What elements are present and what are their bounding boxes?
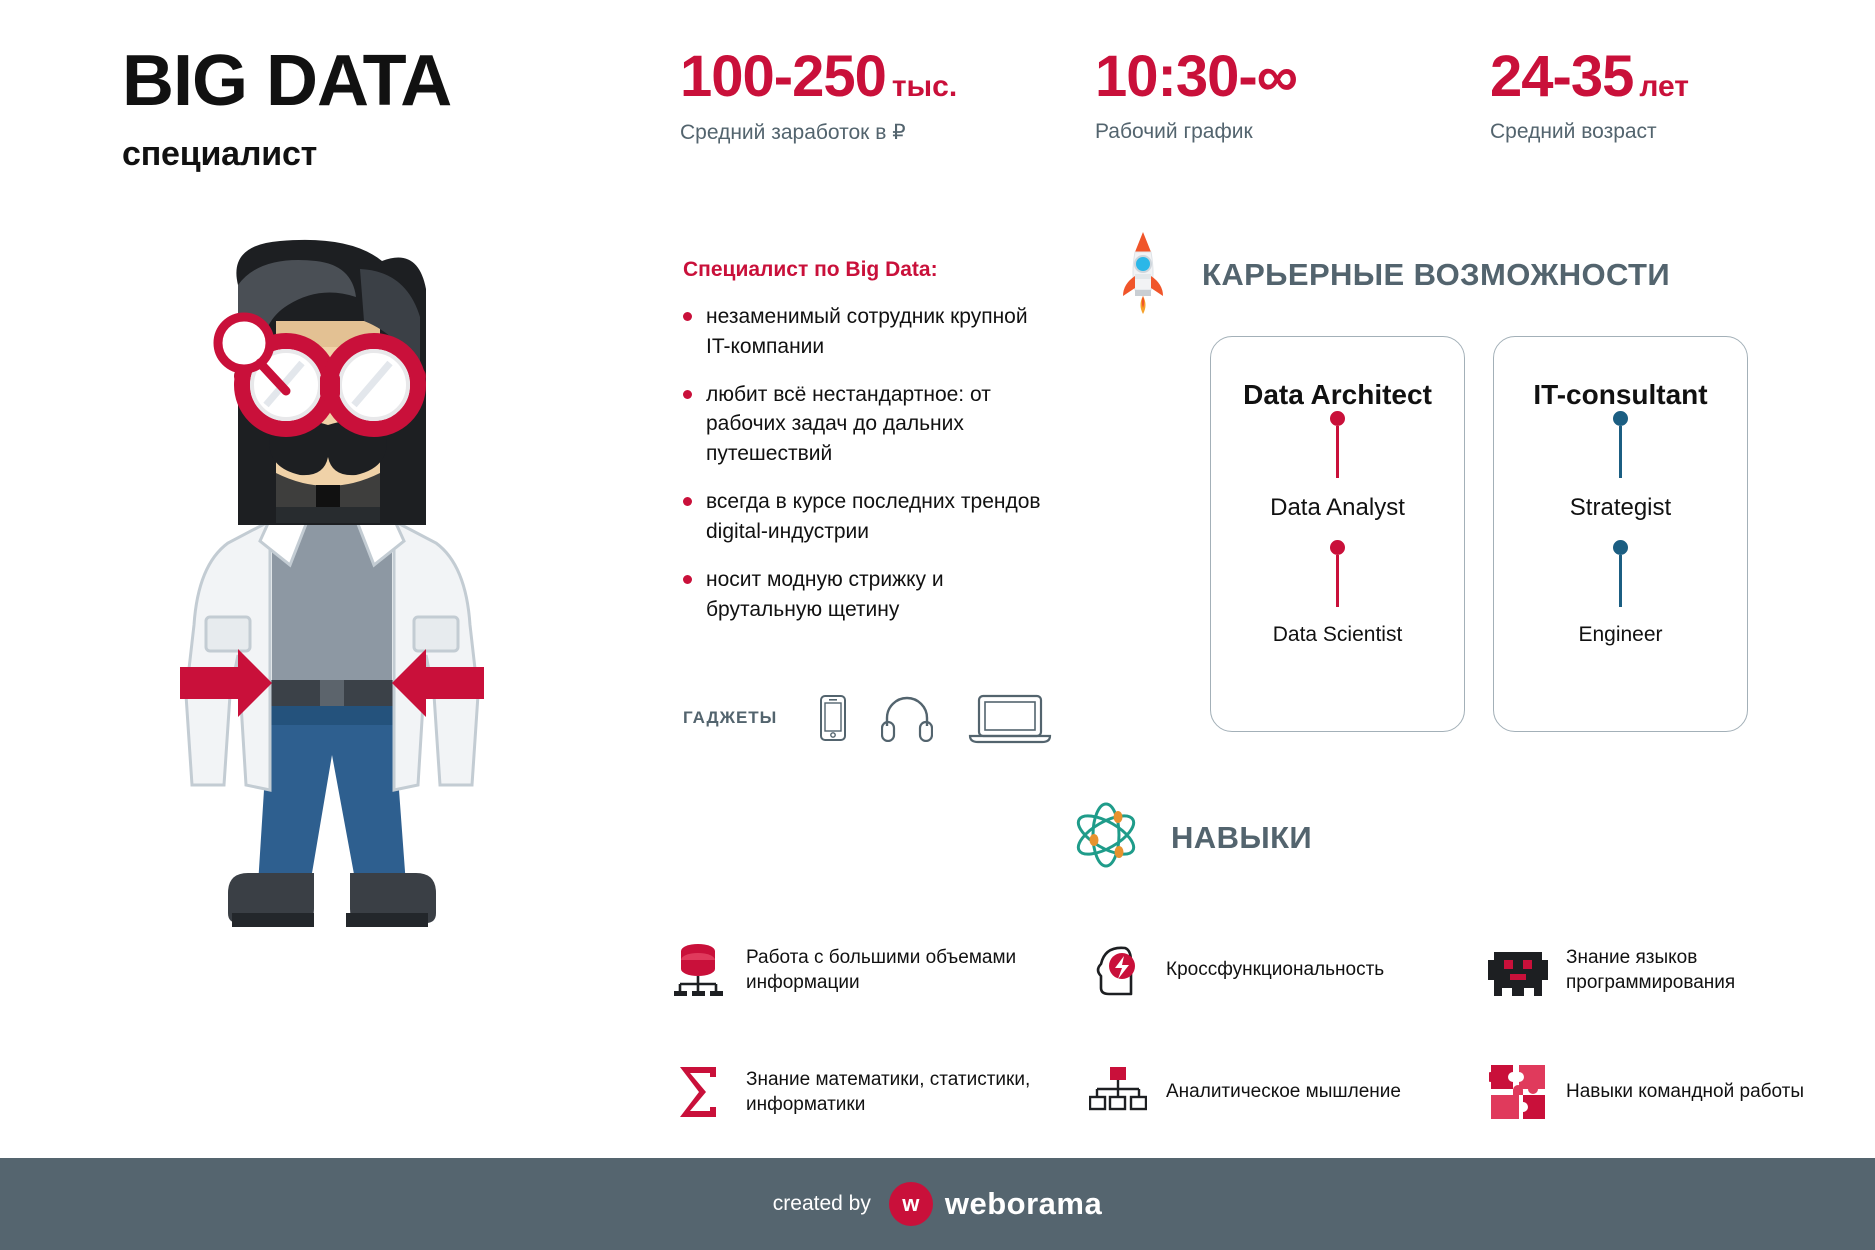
stat-schedule-number: 10:30- — [1095, 44, 1258, 109]
profile-block: Специалист по Big Data: незаменимый сотр… — [683, 258, 1053, 642]
headphones-icon — [881, 694, 934, 742]
stats-row: 100-250 тыс. Средний заработок в ₽ 10:30-… — [680, 48, 1790, 145]
stat-schedule-value: 10:30-∞ — [1095, 48, 1490, 106]
career-card-role: Strategist — [1569, 494, 1672, 521]
stat-age-label: Средний возраст — [1490, 120, 1657, 143]
rocket-icon — [1118, 230, 1168, 319]
career-card-role: Data Scientist — [1272, 623, 1403, 646]
career-card-title: IT-consultant — [1533, 379, 1708, 410]
atom-icon — [1075, 800, 1137, 875]
bullet-dot-icon — [683, 497, 692, 507]
profile-heading: Специалист по Big Data: — [683, 258, 938, 281]
skill-label: Работа с большими объемами информации — [746, 946, 1017, 993]
career-connector — [1330, 540, 1345, 607]
skill-label: Навыки командной работы — [1566, 1081, 1805, 1103]
bullet-dot-icon — [683, 312, 692, 321]
skill-item: Аналитическое мышление — [1088, 1042, 1488, 1142]
infinity-icon: ∞ — [1256, 44, 1298, 109]
career-card-role: Engineer — [1578, 623, 1663, 646]
career-connector — [1613, 411, 1628, 478]
weborama-wordmark: weborama — [944, 1186, 1103, 1221]
puzzle-icon — [1488, 1063, 1548, 1121]
skill-item: Кроссфункциональность — [1088, 920, 1488, 1020]
career-card-data-architect[interactable]: Data Architect Data Analyst Data Scienti… — [1210, 336, 1465, 732]
connector-dot-icon — [1330, 411, 1345, 426]
skill-label: Знание языков программирования — [1566, 946, 1736, 993]
profile-bullet: носит модную стрижку и брутальную щетину — [683, 565, 1053, 625]
smartphone-icon — [819, 694, 847, 742]
connector-dot-icon — [1330, 540, 1345, 555]
profile-bullet-text: носит модную стрижку и брутальную щетину — [706, 567, 944, 621]
career-card-it-consultant[interactable]: IT-consultant Strategist Engineer — [1493, 336, 1748, 732]
profile-bullet: всегда в курсе последних трендов digital… — [683, 487, 1053, 547]
connector-dot-icon — [1613, 540, 1628, 555]
weborama-logo-icon: w — [888, 1182, 933, 1226]
profile-bullet: любит всё нестандартное: от рабочих зада… — [683, 380, 1053, 469]
footer-bar: created by w weborama — [0, 1158, 1875, 1250]
career-heading-row: КАРЬЕРНЫЕ ВОЗМОЖНОСТИ — [1118, 230, 1670, 319]
skills-grid: Работа с большими объемами информации Кр… — [668, 920, 1808, 1142]
gadgets-row: ГАДЖЕТЫ — [683, 692, 1087, 744]
bullet-dot-icon — [683, 389, 692, 399]
career-heading-title: КАРЬЕРНЫЕ ВОЗМОЖНОСТИ — [1202, 256, 1671, 292]
stat-age-value: 24-35 лет — [1490, 48, 1790, 106]
skill-label: Знание математики, статистики, информати… — [746, 1068, 1031, 1115]
profile-bullet-text: всегда в курсе последних трендов digital… — [706, 490, 1041, 543]
connector-line-icon — [1336, 555, 1339, 607]
skill-item: Работа с большими объемами информации — [668, 920, 1088, 1020]
skill-item: Знание языков программирования — [1488, 920, 1808, 1020]
gadgets-label: ГАДЖЕТЫ — [683, 708, 778, 727]
connector-line-icon — [1619, 426, 1622, 478]
stat-salary-label: Средний заработок в ₽ — [680, 121, 906, 144]
skill-label: Аналитическое мышление — [1166, 1081, 1401, 1103]
connector-line-icon — [1336, 426, 1339, 478]
connector-line-icon — [1619, 555, 1622, 607]
page-title: BIG DATA специалист — [122, 41, 452, 174]
profile-bullet-text: любит всё нестандартное: от рабочих зада… — [706, 382, 991, 466]
career-connector — [1613, 540, 1628, 607]
stat-salary: 100-250 тыс. Средний заработок в ₽ — [680, 48, 1095, 145]
skill-item: Знание математики, статистики, информати… — [668, 1042, 1088, 1142]
career-card-role: Data Analyst — [1270, 494, 1405, 521]
stat-schedule: 10:30-∞ Рабочий график — [1095, 48, 1490, 145]
stat-schedule-label: Рабочий график — [1095, 120, 1253, 143]
hierarchy-icon — [1088, 1065, 1148, 1119]
stat-age: 24-35 лет Средний возраст — [1490, 48, 1790, 145]
career-cards: Data Architect Data Analyst Data Scienti… — [1210, 336, 1748, 732]
skills-heading-row: НАВЫКИ — [1075, 800, 1312, 875]
character-illustration — [120, 225, 540, 950]
title-sub: специалист — [122, 135, 318, 173]
stat-salary-unit: тыс. — [891, 70, 958, 103]
laptop-icon — [967, 692, 1053, 744]
stat-age-number: 24-35 — [1490, 44, 1634, 109]
footer-created-by: created by — [772, 1192, 871, 1215]
brain-bolt-icon — [1088, 942, 1148, 998]
profile-bullet-text: незаменимый сотрудник крупной IT-компани… — [706, 305, 1028, 358]
skill-label: Кроссфункциональность — [1166, 959, 1385, 981]
stat-age-unit: лет — [1639, 70, 1689, 103]
career-connector — [1330, 411, 1345, 478]
code-invader-icon — [1488, 944, 1548, 996]
stat-salary-number: 100-250 — [680, 44, 887, 109]
database-icon — [668, 941, 728, 999]
profile-bullet: незаменимый сотрудник крупной IT-компани… — [683, 302, 1053, 362]
sigma-icon — [668, 1063, 728, 1121]
title-main: BIG DATA — [122, 41, 452, 121]
skills-heading-title: НАВЫКИ — [1171, 819, 1313, 855]
infographic-page: BIG DATA специалист 100-250 тыс. Средний … — [0, 0, 1875, 1250]
connector-dot-icon — [1613, 411, 1628, 426]
skill-item: Навыки командной работы — [1488, 1042, 1808, 1142]
stat-salary-value: 100-250 тыс. — [680, 48, 1095, 106]
career-card-title: Data Architect — [1243, 379, 1432, 410]
bullet-dot-icon — [683, 574, 692, 584]
